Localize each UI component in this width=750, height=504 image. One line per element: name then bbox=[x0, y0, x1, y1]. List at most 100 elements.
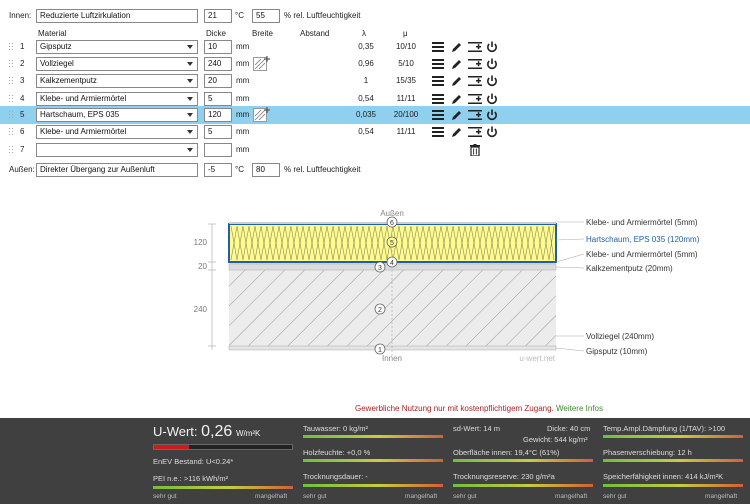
insert-layer-icon[interactable] bbox=[468, 109, 482, 123]
marker-2-text: 2 bbox=[378, 307, 382, 314]
insert-layer-icon[interactable] bbox=[468, 58, 482, 72]
power-icon[interactable] bbox=[486, 109, 498, 123]
oberflaeche: Oberfläche innen: 19,4°C (61%) bbox=[453, 448, 560, 457]
layer-row[interactable]: 5 Hartschaum, EPS 035 120 mm 0,035 20/100 bbox=[0, 106, 750, 124]
power-icon[interactable] bbox=[486, 75, 498, 89]
header-lambda: λ bbox=[362, 29, 366, 38]
lambda-value: 0,35 bbox=[358, 42, 374, 51]
thermal-bad: mangelhaft bbox=[705, 493, 738, 500]
plus-icon[interactable] bbox=[264, 55, 270, 64]
thickness-input[interactable]: 20 bbox=[204, 74, 232, 88]
menu-icon[interactable] bbox=[432, 76, 444, 88]
legend-kalkzementputz: Kalkzementputz (20mm) bbox=[586, 264, 673, 273]
tauwasser-bad: mangelhaft bbox=[405, 493, 438, 500]
layer-row[interactable]: 3 Kalkzementputz 20 mm 1 15/35 bbox=[0, 72, 750, 90]
diagram-bottom-label: Innen bbox=[382, 354, 402, 363]
phasen: Phasenverschiebung: 12 h bbox=[603, 448, 692, 457]
menu-icon[interactable] bbox=[432, 94, 444, 106]
material-select[interactable]: Vollziegel bbox=[36, 57, 198, 71]
insert-layer-icon[interactable] bbox=[468, 126, 482, 140]
thickness-unit: mm bbox=[236, 127, 250, 136]
legend-mortar-outer: Klebe- und Armiermörtel (5mm) bbox=[586, 218, 698, 227]
legend-vollziegel: Vollziegel (240mm) bbox=[586, 332, 654, 341]
pencil-icon[interactable] bbox=[451, 41, 463, 55]
thickness-input[interactable]: 240 bbox=[204, 57, 232, 71]
insert-layer-icon[interactable] bbox=[468, 93, 482, 107]
tauwasser-bar bbox=[303, 435, 443, 438]
menu-icon[interactable] bbox=[432, 59, 444, 71]
inside-humidity-input[interactable]: 55 bbox=[252, 9, 280, 23]
lambda-value: 0,035 bbox=[355, 110, 377, 119]
power-icon[interactable] bbox=[486, 41, 498, 55]
layer-row[interactable]: 1 Gipsputz 10 mm 0,35 10/10 bbox=[0, 38, 750, 56]
drag-handle-icon[interactable] bbox=[9, 146, 13, 154]
pei: PEI n.e.: >116 kWh/m² bbox=[153, 474, 229, 483]
trash-icon[interactable] bbox=[470, 144, 480, 158]
chevron-down-icon bbox=[187, 62, 193, 66]
material-select[interactable]: Klebe- und Armiermörtel bbox=[36, 92, 198, 106]
pencil-icon[interactable] bbox=[451, 126, 463, 140]
legend-hartschaum: Hartschaum, EPS 035 (120mm) bbox=[586, 235, 700, 244]
power-icon[interactable] bbox=[486, 93, 498, 107]
chevron-down-icon bbox=[187, 45, 193, 49]
power-icon[interactable] bbox=[486, 58, 498, 72]
uwert-line: U-Wert: 0,26 W/m²K bbox=[153, 423, 260, 441]
drag-handle-icon[interactable] bbox=[9, 77, 13, 85]
marker-6-text: 6 bbox=[390, 220, 394, 227]
drag-handle-icon[interactable] bbox=[9, 60, 13, 68]
inside-name-input[interactable]: Reduzierte Luftzirkulation bbox=[36, 9, 198, 23]
header-width: Breite bbox=[252, 29, 273, 38]
drag-handle-icon[interactable] bbox=[9, 128, 13, 136]
pencil-icon[interactable] bbox=[451, 58, 463, 72]
speicher-bar bbox=[603, 484, 743, 487]
phasen-bar bbox=[603, 459, 743, 462]
thickness-input[interactable]: 120 bbox=[204, 108, 232, 122]
drag-handle-icon[interactable] bbox=[9, 111, 13, 119]
thickness-input[interactable] bbox=[204, 143, 232, 157]
lambda-value: 1 bbox=[363, 76, 369, 85]
layer-row[interactable]: 7 mm bbox=[0, 141, 750, 159]
diagram-watermark: u-wert.net bbox=[519, 354, 555, 363]
insert-layer-icon[interactable] bbox=[468, 75, 482, 89]
notice-link[interactable]: Weitere Infos bbox=[556, 404, 603, 413]
uwert-bar-fill bbox=[154, 445, 189, 449]
material-select-value: Kalkzementputz bbox=[40, 76, 97, 85]
menu-icon[interactable] bbox=[432, 110, 444, 122]
thickness-input[interactable]: 5 bbox=[204, 125, 232, 139]
material-select[interactable]: Hartschaum, EPS 035 bbox=[36, 108, 198, 122]
diagram-top-label: Außen bbox=[380, 209, 404, 218]
drag-handle-icon[interactable] bbox=[9, 95, 13, 103]
inside-temp-input[interactable]: 21 bbox=[204, 9, 232, 23]
thickness-input[interactable]: 5 bbox=[204, 92, 232, 106]
power-icon[interactable] bbox=[486, 126, 498, 140]
pencil-icon[interactable] bbox=[451, 109, 463, 123]
outside-humidity-input[interactable]: 80 bbox=[252, 163, 280, 177]
menu-icon[interactable] bbox=[432, 127, 444, 139]
menu-icon[interactable] bbox=[432, 42, 444, 54]
plus-icon[interactable] bbox=[264, 106, 270, 115]
uwert-unit: W/m²K bbox=[235, 429, 261, 438]
material-select[interactable]: Klebe- und Armiermörtel bbox=[36, 125, 198, 139]
outside-temp-input[interactable]: -5 bbox=[204, 163, 232, 177]
material-select[interactable]: Gipsputz bbox=[36, 40, 198, 54]
outside-name-input[interactable]: Direkter Übergang zur Außenluft bbox=[36, 163, 198, 177]
pencil-icon[interactable] bbox=[451, 75, 463, 89]
trocknungsreserve-bar bbox=[453, 484, 593, 487]
layer-row[interactable]: 2 Vollziegel 240 mm 0,96 5/10 bbox=[0, 55, 750, 73]
mu-value: 5/10 bbox=[398, 59, 414, 68]
pencil-icon[interactable] bbox=[451, 93, 463, 107]
insert-layer-icon[interactable] bbox=[468, 41, 482, 55]
drag-handle-icon[interactable] bbox=[9, 43, 13, 51]
legend-gipsputz: Gipsputz (10mm) bbox=[586, 347, 648, 356]
layer-gipsputz bbox=[228, 345, 557, 351]
thickness-input[interactable]: 10 bbox=[204, 40, 232, 54]
material-select-value: Klebe- und Armiermörtel bbox=[40, 127, 127, 136]
surface-good: sehr gut bbox=[453, 493, 477, 500]
material-select[interactable]: Kalkzementputz bbox=[36, 74, 198, 88]
wall-diagram: 6 5 4 3 2 1 Außen Innen u-wert.net 120 2… bbox=[194, 209, 700, 363]
layer-number: 5 bbox=[20, 110, 25, 119]
mu-value: 20/100 bbox=[393, 110, 419, 119]
material-select[interactable] bbox=[36, 143, 198, 157]
layer-row[interactable]: 6 Klebe- und Armiermörtel 5 mm 0,54 11/11 bbox=[0, 123, 750, 141]
layer-number: 1 bbox=[20, 42, 25, 51]
